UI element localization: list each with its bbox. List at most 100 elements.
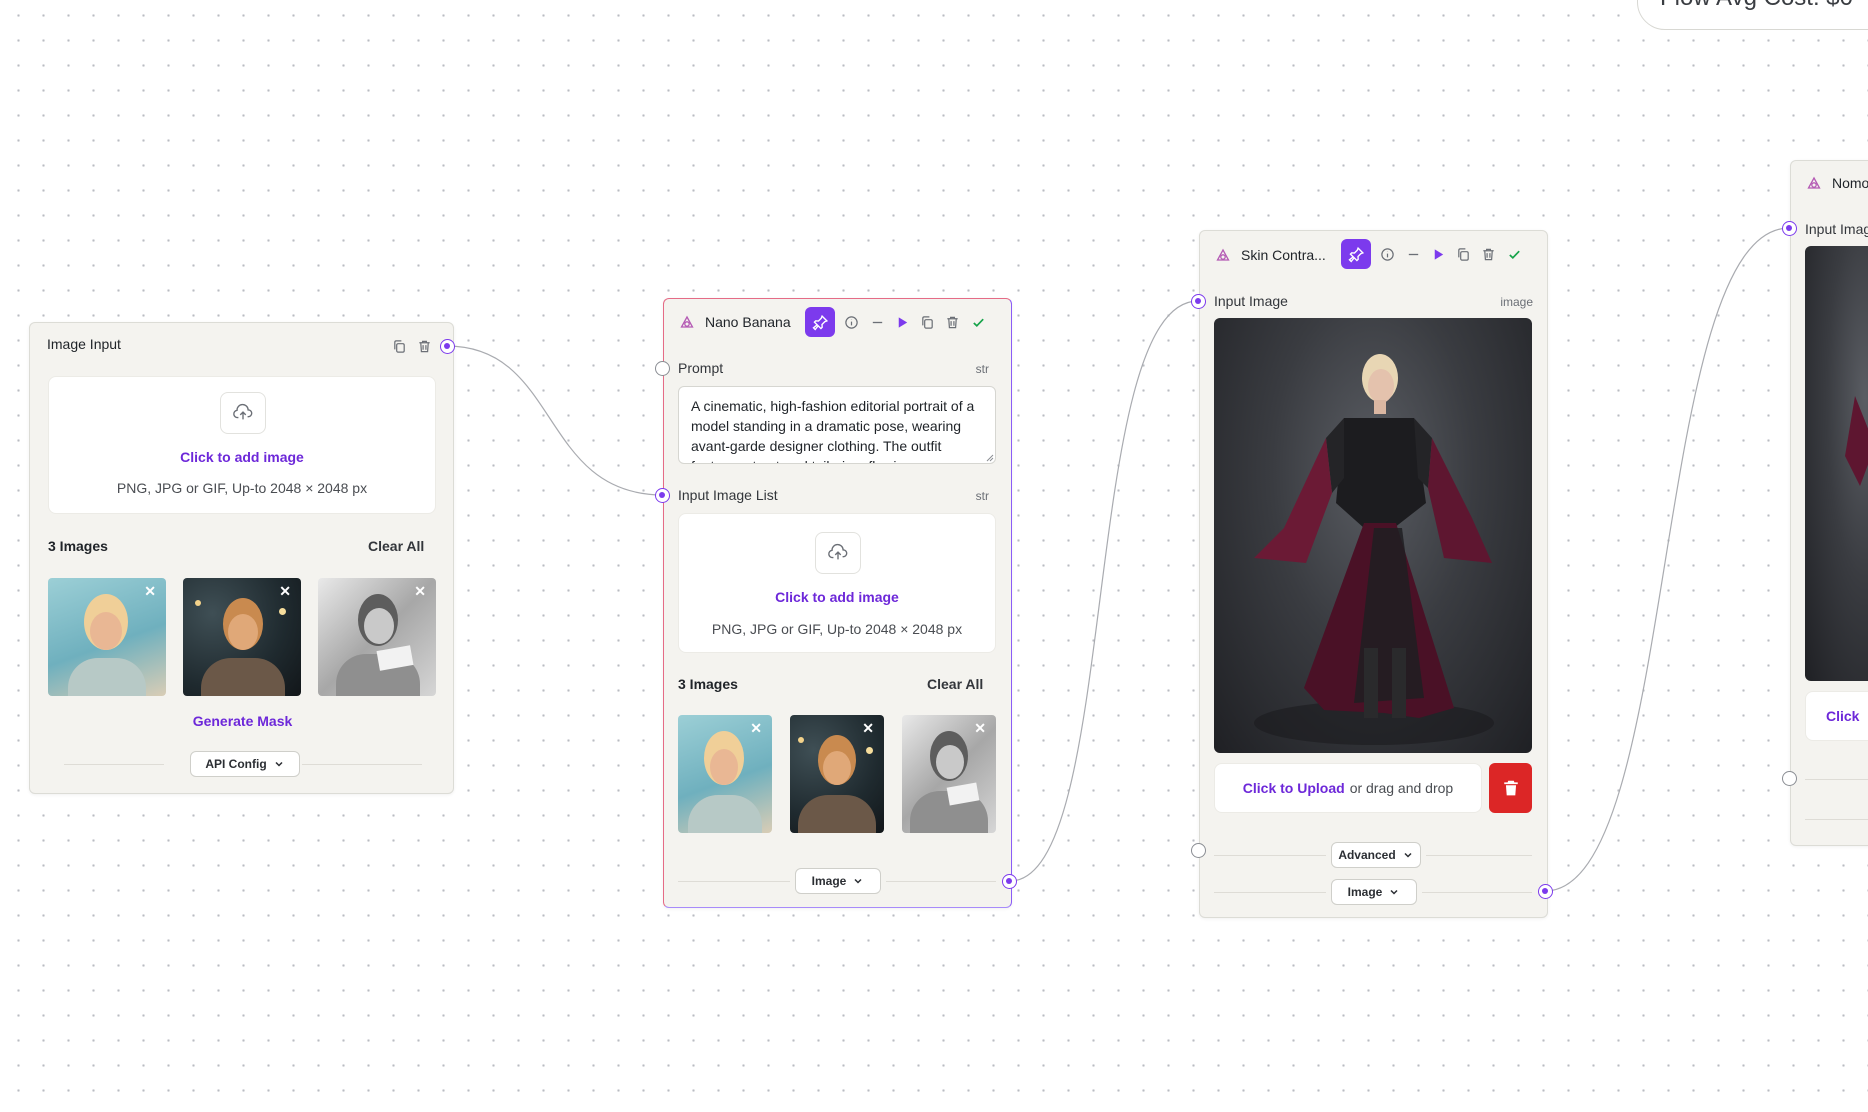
remove-thumbnail-icon[interactable]: ✕ xyxy=(414,584,426,598)
delete-image-button[interactable] xyxy=(1489,763,1532,813)
divider xyxy=(1426,855,1532,856)
clear-all-button[interactable]: Clear All xyxy=(368,538,424,554)
input-image-type: image xyxy=(1500,295,1533,309)
flow-canvas[interactable]: Flow Avg Cost: $0 Image Input Click to a… xyxy=(0,0,1868,1112)
image-output-port[interactable] xyxy=(440,339,455,354)
divider xyxy=(1805,819,1868,820)
divider xyxy=(1422,892,1532,893)
resize-grip-icon[interactable] xyxy=(986,454,994,462)
thumbnail-3[interactable]: ✕ xyxy=(902,715,996,833)
advanced-label: Advanced xyxy=(1338,848,1396,862)
prompt-textarea[interactable]: A cinematic, high-fashion editorial port… xyxy=(678,386,996,464)
model-brand-icon xyxy=(1807,176,1821,189)
check-icon xyxy=(1506,246,1522,262)
add-image-link[interactable]: Click to add image xyxy=(679,589,995,605)
divider xyxy=(678,881,790,882)
image-dropzone[interactable]: Click to add image PNG, JPG or GIF, Up-t… xyxy=(48,376,436,514)
images-count: 3 Images xyxy=(678,676,738,692)
advanced-input-port[interactable] xyxy=(1782,771,1797,786)
trash-icon xyxy=(1503,780,1518,796)
image-list-dropzone[interactable]: Click to add image PNG, JPG or GIF, Up-t… xyxy=(678,513,996,653)
divider xyxy=(1805,779,1868,780)
input-image-label: Input Image xyxy=(1214,293,1288,309)
copy-icon[interactable] xyxy=(1455,246,1471,262)
node-title: Image Input xyxy=(47,336,121,352)
thumbnail-3[interactable]: ✕ xyxy=(318,578,436,696)
node-title: Nano Banana xyxy=(705,314,791,330)
add-image-link[interactable]: Click to add image xyxy=(49,449,435,465)
output-type-label: Image xyxy=(811,874,847,888)
remove-thumbnail-icon[interactable]: ✕ xyxy=(862,721,874,735)
remove-thumbnail-icon[interactable]: ✕ xyxy=(279,584,291,598)
divider xyxy=(1214,855,1326,856)
info-icon[interactable] xyxy=(1379,246,1395,262)
pin-button[interactable] xyxy=(805,307,835,337)
input-image-preview xyxy=(1805,246,1868,681)
run-icon[interactable] xyxy=(1430,246,1446,262)
api-config-dropdown[interactable]: API Config xyxy=(190,751,300,777)
upload-dropzone[interactable]: Click xyxy=(1805,691,1868,741)
advanced-dropdown[interactable]: Advanced xyxy=(1331,842,1421,868)
pin-icon xyxy=(1347,246,1364,263)
dropzone-hint: PNG, JPG or GIF, Up-to 2048 × 2048 px xyxy=(116,480,368,496)
edge-imageinput-to-imagelist xyxy=(446,345,664,496)
prompt-label: Prompt xyxy=(678,360,724,376)
check-icon xyxy=(970,314,986,330)
trash-icon[interactable] xyxy=(416,338,432,354)
thumbnail-1[interactable]: ✕ xyxy=(48,578,166,696)
divider xyxy=(302,764,422,765)
upload-dropzone[interactable]: Click to Upload or drag and drop xyxy=(1214,763,1482,813)
image-input-port[interactable] xyxy=(1782,221,1797,236)
remove-thumbnail-icon[interactable]: ✕ xyxy=(974,721,986,735)
node-title: Skin Contra... xyxy=(1241,247,1326,263)
output-type-dropdown[interactable]: Image xyxy=(795,868,881,894)
run-icon[interactable] xyxy=(894,314,910,330)
image-list-input-port[interactable] xyxy=(655,488,670,503)
image-input-node[interactable]: Image Input Click to add image PNG, JPG … xyxy=(29,322,454,794)
input-image-list-label: Input Image List xyxy=(678,487,778,503)
input-image-list-type: str xyxy=(975,489,989,503)
remove-thumbnail-icon[interactable]: ✕ xyxy=(144,584,156,598)
pin-button[interactable] xyxy=(1341,239,1371,269)
output-type-dropdown[interactable]: Image xyxy=(1331,879,1417,905)
minimize-icon[interactable] xyxy=(869,314,885,330)
thumbnail-1[interactable]: ✕ xyxy=(678,715,772,833)
output-type-label: Image xyxy=(1347,885,1383,899)
skin-contrast-node[interactable]: Skin Contra... Input Image image Click t… xyxy=(1199,230,1548,918)
divider xyxy=(1214,892,1326,893)
image-input-port[interactable] xyxy=(1191,294,1206,309)
image-output-port[interactable] xyxy=(1002,874,1017,889)
chevron-down-icon xyxy=(275,761,283,767)
trash-icon[interactable] xyxy=(1480,246,1496,262)
image-output-port[interactable] xyxy=(1538,884,1553,899)
node-title: Nomo xyxy=(1832,175,1868,191)
minimize-icon[interactable] xyxy=(1405,246,1421,262)
generate-mask-button[interactable]: Generate Mask xyxy=(30,713,455,729)
copy-icon[interactable] xyxy=(919,314,935,330)
chevron-down-icon xyxy=(1390,889,1398,895)
upload-link[interactable]: Click to Upload xyxy=(1243,780,1345,796)
advanced-input-port[interactable] xyxy=(1191,843,1206,858)
pin-icon xyxy=(811,314,828,331)
nano-banana-node[interactable]: Nano Banana Prompt str A cinematic, high… xyxy=(663,298,1012,908)
info-icon[interactable] xyxy=(843,314,859,330)
model-brand-icon xyxy=(1216,248,1230,261)
copy-icon[interactable] xyxy=(391,338,407,354)
upload-link[interactable]: Click xyxy=(1826,708,1859,724)
images-count: 3 Images xyxy=(48,538,108,554)
api-config-label: API Config xyxy=(205,757,267,771)
model-brand-icon xyxy=(680,315,694,328)
divider xyxy=(64,764,164,765)
remove-thumbnail-icon[interactable]: ✕ xyxy=(750,721,762,735)
input-image-label: Input Imag xyxy=(1805,221,1868,237)
flow-cost-text: Flow Avg Cost: $0 xyxy=(1660,0,1853,12)
prompt-input-port[interactable] xyxy=(655,361,670,376)
upload-hint: or drag and drop xyxy=(1349,780,1454,796)
thumbnail-2[interactable]: ✕ xyxy=(790,715,884,833)
input-image-preview xyxy=(1214,318,1532,753)
nomo-node[interactable]: Nomo Input Imag Click xyxy=(1790,160,1868,846)
divider xyxy=(886,881,996,882)
clear-all-button[interactable]: Clear All xyxy=(927,676,983,692)
thumbnail-2[interactable]: ✕ xyxy=(183,578,301,696)
trash-icon[interactable] xyxy=(944,314,960,330)
